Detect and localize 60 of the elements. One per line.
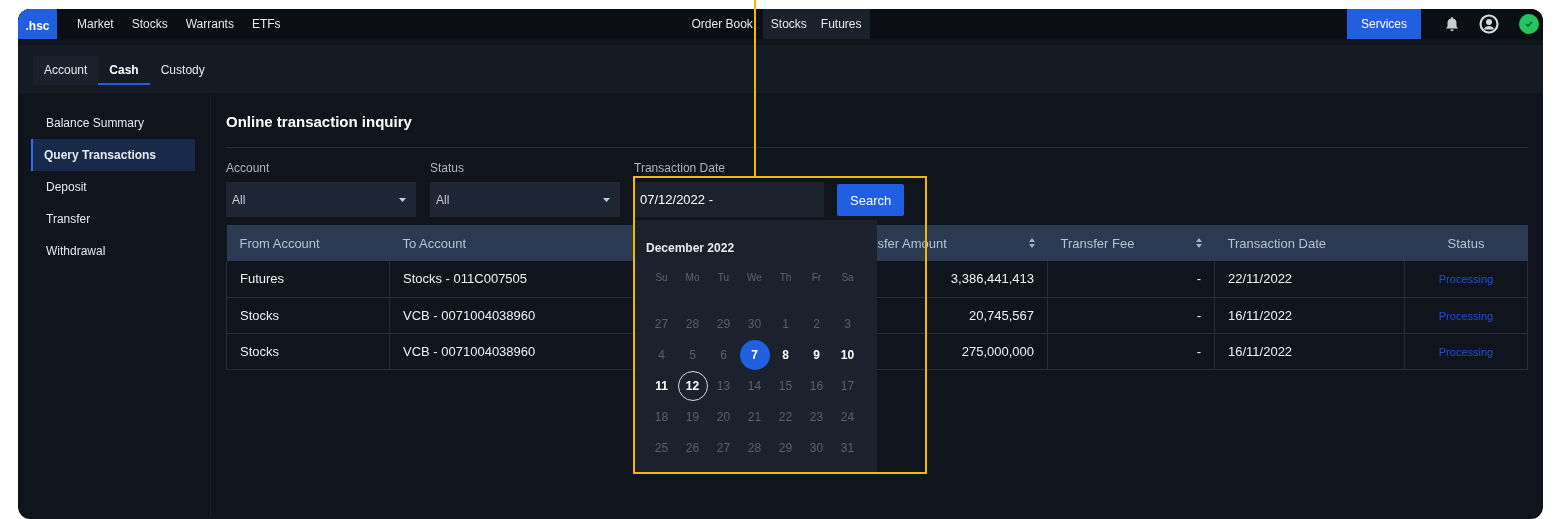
sidebar-item[interactable]: Transfer xyxy=(31,203,195,235)
sidebar-item[interactable]: Balance Summary xyxy=(31,107,195,139)
table-cell: 16/11/2022 xyxy=(1214,297,1405,333)
calendar-day[interactable]: 11 xyxy=(646,370,677,401)
weekday-label: Su xyxy=(655,271,668,285)
sort-icon xyxy=(1195,238,1202,248)
calendar-day[interactable]: 10 xyxy=(832,339,863,370)
table-cell: 22/11/2022 xyxy=(1214,261,1405,297)
submenu-item[interactable]: Stocks xyxy=(770,17,807,31)
date-field[interactable]: 07/12/2022 - xyxy=(634,182,824,217)
field-label: Status xyxy=(430,161,466,175)
nav-link[interactable]: ETFs xyxy=(251,17,281,31)
nav-link[interactable]: Warrants xyxy=(185,17,234,31)
table-cell: - xyxy=(1047,297,1215,333)
column-header[interactable]: Transfer Fee xyxy=(1047,225,1215,261)
caret-icon xyxy=(399,197,406,202)
status-label: Processing xyxy=(1438,345,1494,358)
caret-icon xyxy=(603,197,610,202)
table-cell: Futures xyxy=(226,261,390,297)
nav-link[interactable]: Stocks xyxy=(131,17,168,31)
weekday-label: Sa xyxy=(841,271,854,285)
tab[interactable]: Cash xyxy=(98,56,150,85)
table-cell: - xyxy=(1047,333,1215,369)
submenu-item[interactable]: Futures xyxy=(820,17,862,31)
page-title: Online transaction inquiry xyxy=(226,111,413,132)
sort-icon xyxy=(1028,238,1035,248)
status-label: Processing xyxy=(1438,309,1494,322)
sidebar-item[interactable]: Deposit xyxy=(31,171,195,203)
weekday-label: Tu xyxy=(717,271,730,285)
sidebar-item[interactable]: Withdrawal xyxy=(31,235,195,267)
table-cell: 16/11/2022 xyxy=(1214,333,1405,369)
search-button[interactable]: Search xyxy=(837,184,905,216)
nav-link[interactable]: Order Book xyxy=(691,17,753,31)
table-cell: Stocks xyxy=(226,333,390,369)
dropdown[interactable]: All xyxy=(430,182,620,217)
tab[interactable]: Custody xyxy=(149,56,216,85)
weekday-label: Th xyxy=(779,271,792,285)
calendar-day[interactable]: 8 xyxy=(770,339,801,370)
user-icon xyxy=(1479,14,1499,34)
field-label: Transaction Date xyxy=(634,161,726,175)
bell-icon xyxy=(1445,16,1459,32)
weekday-label: We xyxy=(747,271,762,285)
sidebar-item[interactable]: Query Transactions xyxy=(31,139,195,171)
column-header: Status xyxy=(1404,225,1528,261)
column-header: Transaction Date xyxy=(1214,225,1405,261)
weekday-label: Mo xyxy=(685,271,700,285)
logo[interactable]: .hsc xyxy=(18,9,57,39)
tab[interactable]: Account xyxy=(33,56,99,85)
field-label: Account xyxy=(226,161,271,175)
calendar-day[interactable]: 9 xyxy=(801,339,832,370)
status-label: Processing xyxy=(1438,273,1494,286)
column-header: From Account xyxy=(226,225,390,261)
dropdown[interactable]: All xyxy=(226,182,416,217)
calendar-day[interactable]: 7 xyxy=(739,339,770,370)
table-cell: Stocks xyxy=(226,297,390,333)
services-button[interactable]: Services xyxy=(1347,9,1421,39)
calendar-month: December 2022 xyxy=(646,241,735,255)
table-cell: - xyxy=(1047,261,1215,297)
weekday-label: Fr xyxy=(811,271,822,285)
nav-link[interactable]: Market xyxy=(77,17,114,31)
